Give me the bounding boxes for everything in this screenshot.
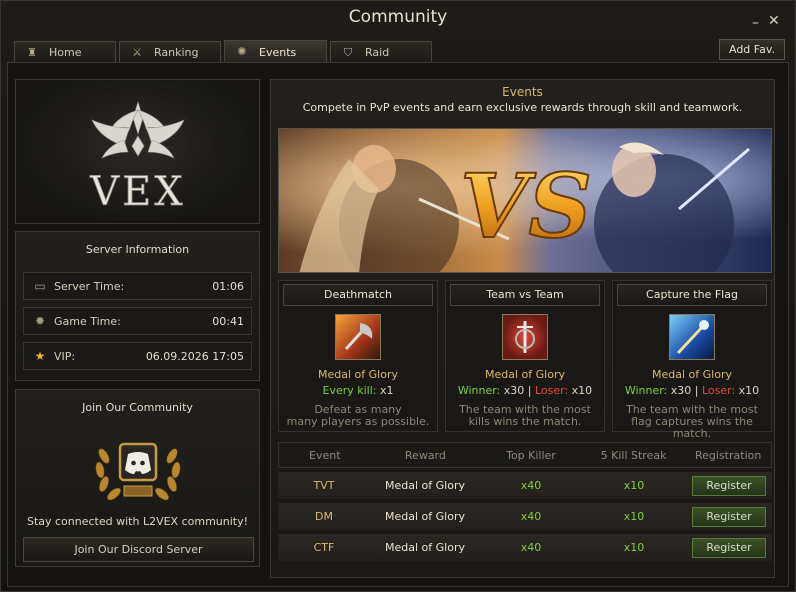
vex-logo: VEX (89, 100, 186, 215)
join-discord-button[interactable]: Join Our Discord Server (23, 537, 254, 562)
vip-value: 06.09.2026 17:05 (145, 349, 244, 363)
table-row: CTF Medal of Glory x40 x10 Register (278, 534, 772, 561)
vip-row: ★ VIP: 06.09.2026 17:05 (23, 342, 252, 370)
event-card-title: Capture the Flag (617, 284, 767, 306)
tab-home[interactable]: ♜ Home (14, 41, 116, 63)
monitor-icon: ▭ (34, 279, 46, 293)
vs-banner-art: VS (279, 129, 771, 272)
community-panel: Join Our Community Stay connected with L… (15, 389, 260, 567)
event-card-deathmatch: Deathmatch Medal of Glory Every kill: x1… (278, 280, 438, 432)
event-card-description: The team with the most flag captures wins… (626, 403, 758, 440)
game-time-value: 00:41 (212, 314, 244, 328)
castle-icon: ♜ (27, 45, 37, 59)
row-reward: Medal of Glory (385, 479, 465, 492)
row-event: TVT (313, 479, 335, 492)
vip-label: VIP: (54, 349, 76, 363)
title-bar[interactable]: Community – ✕ (1, 1, 795, 35)
event-card-count: Every kill: x1 (322, 384, 394, 397)
helmet-icon: ⛉ (343, 45, 353, 59)
tab-ranking-label: Ranking (154, 46, 199, 59)
header-kill-streak: 5 Kill Streak (600, 448, 667, 462)
event-card-title: Team vs Team (450, 284, 600, 306)
minimize-button[interactable]: – (752, 15, 759, 31)
event-card-count: Winner: x30 | Loser: x10 (457, 384, 593, 397)
axe-icon (335, 314, 381, 360)
row-event: DM (315, 510, 333, 523)
community-window: Community – ✕ ♜ Home ⚔ Ranking ✺ Events … (0, 0, 796, 592)
row-kill-streak: x10 (623, 479, 645, 492)
event-card-title: Deathmatch (283, 284, 433, 306)
server-info-title: Server Information (85, 243, 190, 256)
row-reward: Medal of Glory (385, 510, 465, 523)
row-kill-streak: x10 (623, 510, 645, 523)
event-card-reward: Medal of Glory (485, 368, 565, 381)
tab-home-label: Home (49, 46, 82, 59)
community-title: Join Our Community (82, 401, 193, 414)
close-button[interactable]: ✕ (768, 13, 780, 29)
server-time-row: ▭ Server Time: 01:06 (23, 272, 252, 300)
row-event: CTF (313, 541, 335, 554)
game-time-row: ✹ Game Time: 00:41 (23, 307, 252, 335)
row-kill-streak: x10 (623, 541, 645, 554)
logo-text: VEX (89, 169, 186, 215)
event-card-capture-the-flag: Capture the Flag Medal of Glory Winner: … (612, 280, 772, 440)
star-icon: ★ (34, 349, 46, 363)
tab-raid[interactable]: ⛉ Raid (330, 41, 432, 63)
event-card-description: The team with the most kills wins the mat… (459, 403, 591, 428)
event-card-reward: Medal of Glory (318, 368, 398, 381)
row-reward: Medal of Glory (385, 541, 465, 554)
register-button[interactable]: Register (692, 475, 766, 496)
events-subtitle: Compete in PvP events and earn exclusive… (302, 101, 743, 114)
event-card-count: Winner: x30 | Loser: x10 (624, 384, 760, 397)
flag-staff-icon (669, 314, 715, 360)
server-time-label: Server Time: (54, 279, 125, 293)
banner-vs-text: VS (460, 154, 592, 258)
register-button[interactable]: Register (692, 506, 766, 527)
content-area: VEX Server Information ▭ Server Time: 01… (7, 62, 789, 587)
event-card-reward: Medal of Glory (652, 368, 732, 381)
add-favorite-button[interactable]: Add Fav. (719, 39, 785, 60)
table-row: DM Medal of Glory x40 x10 Register (278, 503, 772, 530)
header-registration: Registration (695, 448, 762, 462)
crossed-swords-icon: ⚔ (132, 45, 142, 59)
header-event: Event (309, 448, 341, 462)
events-title: Events (502, 85, 543, 99)
table-header: Event Reward Top Killer 5 Kill Streak Re… (278, 442, 772, 468)
header-top-killer: Top Killer (506, 448, 556, 462)
tab-events[interactable]: ✺ Events (224, 40, 327, 63)
row-top-killer: x40 (520, 479, 542, 492)
event-card-team-vs-team: Team vs Team Medal of Glory Winner: x30 … (445, 280, 605, 432)
events-table: Event Reward Top Killer 5 Kill Streak Re… (278, 442, 772, 561)
register-button[interactable]: Register (692, 537, 766, 558)
sword-shield-icon (502, 314, 548, 360)
window-title: Community (348, 7, 448, 27)
row-top-killer: x40 (520, 510, 542, 523)
event-card-description: Defeat as many many players as possible. (286, 403, 430, 428)
logo-panel: VEX (15, 79, 260, 224)
server-time-value: 01:06 (212, 279, 244, 293)
event-banner: VS (278, 128, 772, 273)
events-panel: Events Compete in PvP events and earn ex… (270, 79, 775, 578)
server-info-panel: Server Information ▭ Server Time: 01:06 … (15, 231, 260, 381)
tab-ranking[interactable]: ⚔ Ranking (119, 41, 221, 63)
compass-icon: ✺ (237, 45, 247, 58)
game-time-label: Game Time: (54, 314, 121, 328)
table-row: TVT Medal of Glory x40 x10 Register (278, 472, 772, 499)
sun-icon: ✹ (34, 314, 46, 328)
tab-raid-label: Raid (365, 46, 390, 59)
tab-events-label: Events (259, 45, 297, 59)
header-reward: Reward (404, 448, 446, 462)
community-text: Stay connected with L2VEX community! (26, 515, 249, 528)
row-top-killer: x40 (520, 541, 542, 554)
discord-laurel-emblem (95, 442, 181, 501)
discord-icon (125, 452, 151, 474)
